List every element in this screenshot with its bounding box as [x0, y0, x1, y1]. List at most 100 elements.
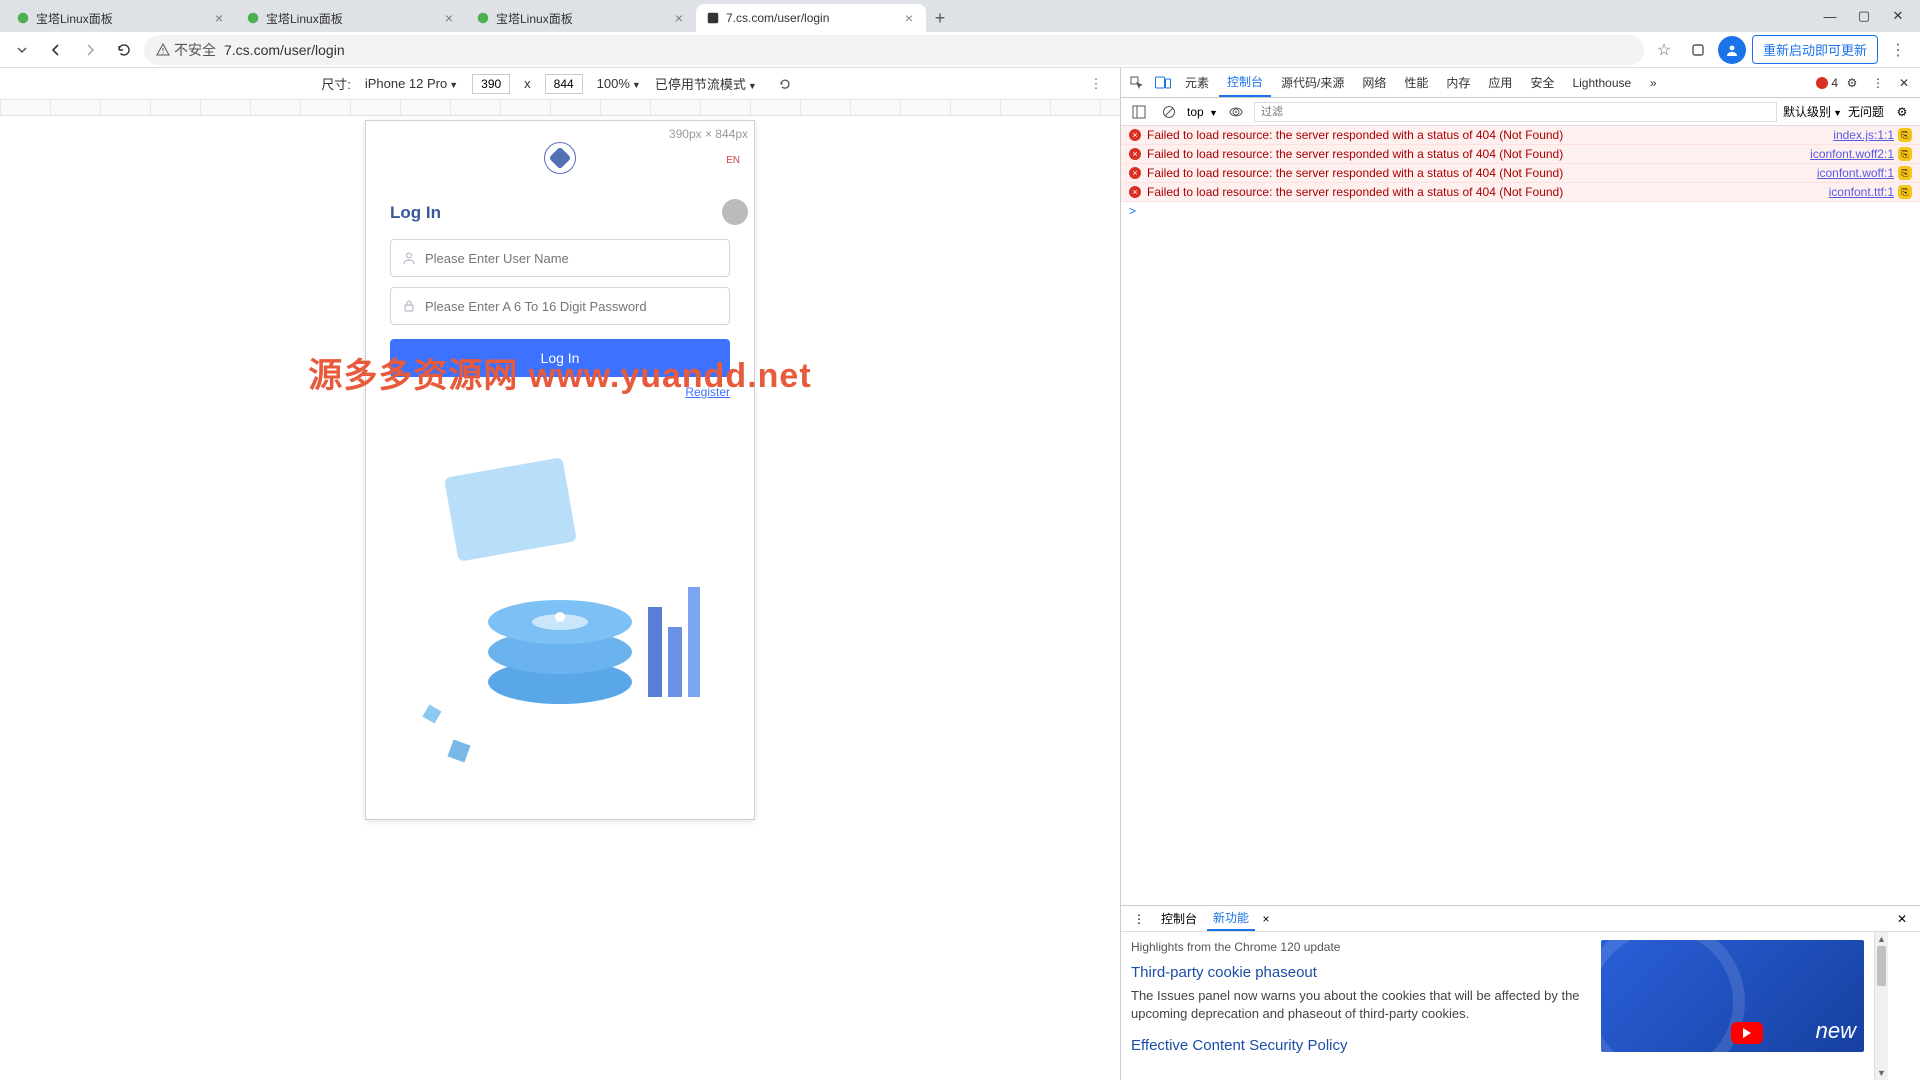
forward-icon[interactable]: [76, 36, 104, 64]
login-header: EN: [376, 137, 744, 179]
language-selector[interactable]: EN: [726, 155, 740, 166]
throttle-selector[interactable]: 已停用节流模式▼: [655, 74, 757, 93]
scroll-down-icon[interactable]: ▼: [1875, 1066, 1888, 1080]
touch-cursor-icon: [722, 199, 748, 225]
login-button[interactable]: Log In: [390, 339, 730, 377]
star-icon[interactable]: ☆: [1650, 36, 1678, 64]
console-error-row[interactable]: ×Failed to load resource: the server res…: [1121, 145, 1920, 164]
clear-console-icon[interactable]: [1157, 100, 1181, 124]
back-icon[interactable]: [42, 36, 70, 64]
device-wrapper: 390px × 844px EN Log In: [0, 116, 1120, 1080]
window-controls: — ▢ ✕: [1814, 8, 1914, 24]
security-label: 不安全: [174, 40, 216, 60]
console-error-row[interactable]: ×Failed to load resource: the server res…: [1121, 164, 1920, 183]
kebab-menu-icon[interactable]: ⋮: [1884, 36, 1912, 64]
tab-item[interactable]: 宝塔Linux面板 ×: [466, 4, 696, 32]
tab-security[interactable]: 安全: [1522, 69, 1562, 96]
tab-console[interactable]: 控制台: [1219, 68, 1271, 97]
right-toolbar: ☆ 重新启动即可更新 ⋮: [1650, 35, 1912, 64]
login-page: EN Log In Log In Register: [366, 121, 754, 803]
drawer-heading[interactable]: Third-party cookie phaseout: [1131, 964, 1581, 981]
console-filter-input[interactable]: [1254, 102, 1777, 122]
drawer-scrollbar[interactable]: ▲ ▼: [1874, 932, 1888, 1080]
user-icon: [401, 250, 417, 266]
security-warning[interactable]: 不安全: [156, 40, 216, 60]
device-emulation-pane: 尺寸: iPhone 12 Pro▼ x 100%▼ 已停用节流模式▼ ⋮ 39…: [0, 68, 1120, 1080]
console-prompt[interactable]: >: [1121, 202, 1920, 220]
password-input[interactable]: [425, 299, 719, 314]
tab-close-icon[interactable]: ×: [902, 11, 916, 25]
console-sidebar-icon[interactable]: [1127, 100, 1151, 124]
drawer-video[interactable]: new: [1601, 940, 1864, 1052]
tab-application[interactable]: 应用: [1480, 69, 1520, 96]
more-tabs-icon[interactable]: »: [1641, 71, 1665, 95]
device-width-input[interactable]: [472, 74, 510, 94]
profile-avatar[interactable]: [1718, 36, 1746, 64]
settings-gear-icon[interactable]: ⚙: [1840, 71, 1864, 95]
zoom-selector[interactable]: 100%▼: [597, 76, 641, 91]
minimize-icon[interactable]: —: [1822, 8, 1838, 24]
drawer-close-icon[interactable]: ✕: [1890, 907, 1914, 931]
tab-item[interactable]: 宝塔Linux面板 ×: [6, 4, 236, 32]
drawer-heading-2[interactable]: Effective Content Security Policy: [1131, 1037, 1581, 1054]
favicon-icon: [476, 11, 490, 25]
username-input[interactable]: [425, 251, 719, 266]
url-bar[interactable]: 不安全 7.cs.com/user/login: [144, 35, 1644, 65]
drawer-menu-icon[interactable]: ⋮: [1127, 907, 1151, 931]
drawer-tab-close-icon[interactable]: ×: [1259, 912, 1273, 926]
issues-label[interactable]: 无问题: [1848, 103, 1884, 120]
devtools: 元素 控制台 源代码/来源 网络 性能 内存 应用 安全 Lighthouse …: [1120, 68, 1920, 1080]
rotate-icon[interactable]: [771, 70, 799, 98]
register-link[interactable]: Register: [390, 385, 730, 399]
url-text: 7.cs.com/user/login: [224, 42, 345, 58]
drawer-body: Highlights from the Chrome 120 update Th…: [1121, 932, 1874, 1080]
device-frame: 390px × 844px EN Log In: [365, 120, 755, 820]
console-error-row[interactable]: ×Failed to load resource: the server res…: [1121, 126, 1920, 145]
console-error-row[interactable]: ×Failed to load resource: the server res…: [1121, 183, 1920, 202]
devtools-close-icon[interactable]: ✕: [1892, 71, 1916, 95]
device-toggle-icon[interactable]: [1151, 71, 1175, 95]
illustration: [376, 447, 744, 787]
device-menu-icon[interactable]: ⋮: [1082, 70, 1110, 98]
console-gear-icon[interactable]: ⚙: [1890, 100, 1914, 124]
tab-item[interactable]: 宝塔Linux面板 ×: [236, 4, 466, 32]
tab-network[interactable]: 网络: [1354, 69, 1394, 96]
tab-close-icon[interactable]: ×: [672, 11, 686, 25]
inspect-icon[interactable]: [1125, 71, 1149, 95]
password-field-wrapper: [390, 287, 730, 325]
tab-memory[interactable]: 内存: [1438, 69, 1478, 96]
console-source[interactable]: iconfont.woff2:1⎘: [1810, 147, 1912, 161]
relaunch-button[interactable]: 重新启动即可更新: [1752, 35, 1878, 64]
device-height-input[interactable]: [545, 74, 583, 94]
tab-performance[interactable]: 性能: [1396, 69, 1436, 96]
log-levels[interactable]: 默认级别▼: [1783, 103, 1842, 120]
tab-sources[interactable]: 源代码/来源: [1273, 69, 1352, 96]
chevron-down-icon[interactable]: [8, 36, 36, 64]
scroll-thumb[interactable]: [1877, 946, 1886, 986]
login-card: Log In Log In Register: [376, 185, 744, 417]
context-selector[interactable]: top ▼: [1187, 105, 1218, 119]
favicon-icon: [16, 11, 30, 25]
tab-elements[interactable]: 元素: [1177, 69, 1217, 96]
tab-close-icon[interactable]: ×: [442, 11, 456, 25]
drawer-tab-console[interactable]: 控制台: [1155, 907, 1203, 930]
maximize-icon[interactable]: ▢: [1856, 8, 1872, 24]
console-source[interactable]: iconfont.woff:1⎘: [1817, 166, 1912, 180]
close-icon[interactable]: ✕: [1890, 8, 1906, 24]
drawer-subtitle: Highlights from the Chrome 120 update: [1131, 940, 1581, 954]
devtools-menu-icon[interactable]: ⋮: [1866, 71, 1890, 95]
reload-icon[interactable]: [110, 36, 138, 64]
console-source[interactable]: index.js:1:1⎘: [1833, 128, 1912, 142]
new-tab-button[interactable]: +: [926, 4, 954, 32]
device-selector[interactable]: iPhone 12 Pro▼: [365, 76, 458, 91]
drawer-tab-whatsnew[interactable]: 新功能: [1207, 906, 1255, 931]
tab-item-active[interactable]: 7.cs.com/user/login ×: [696, 4, 926, 32]
scroll-up-icon[interactable]: ▲: [1875, 932, 1888, 946]
error-count[interactable]: 4: [1816, 76, 1838, 90]
console-source[interactable]: iconfont.ttf:1⎘: [1829, 185, 1912, 199]
extensions-icon[interactable]: [1684, 36, 1712, 64]
tab-lighthouse[interactable]: Lighthouse: [1564, 71, 1639, 95]
tab-close-icon[interactable]: ×: [212, 11, 226, 25]
vm-badge: ⎘: [1898, 166, 1912, 180]
live-expression-icon[interactable]: [1224, 100, 1248, 124]
